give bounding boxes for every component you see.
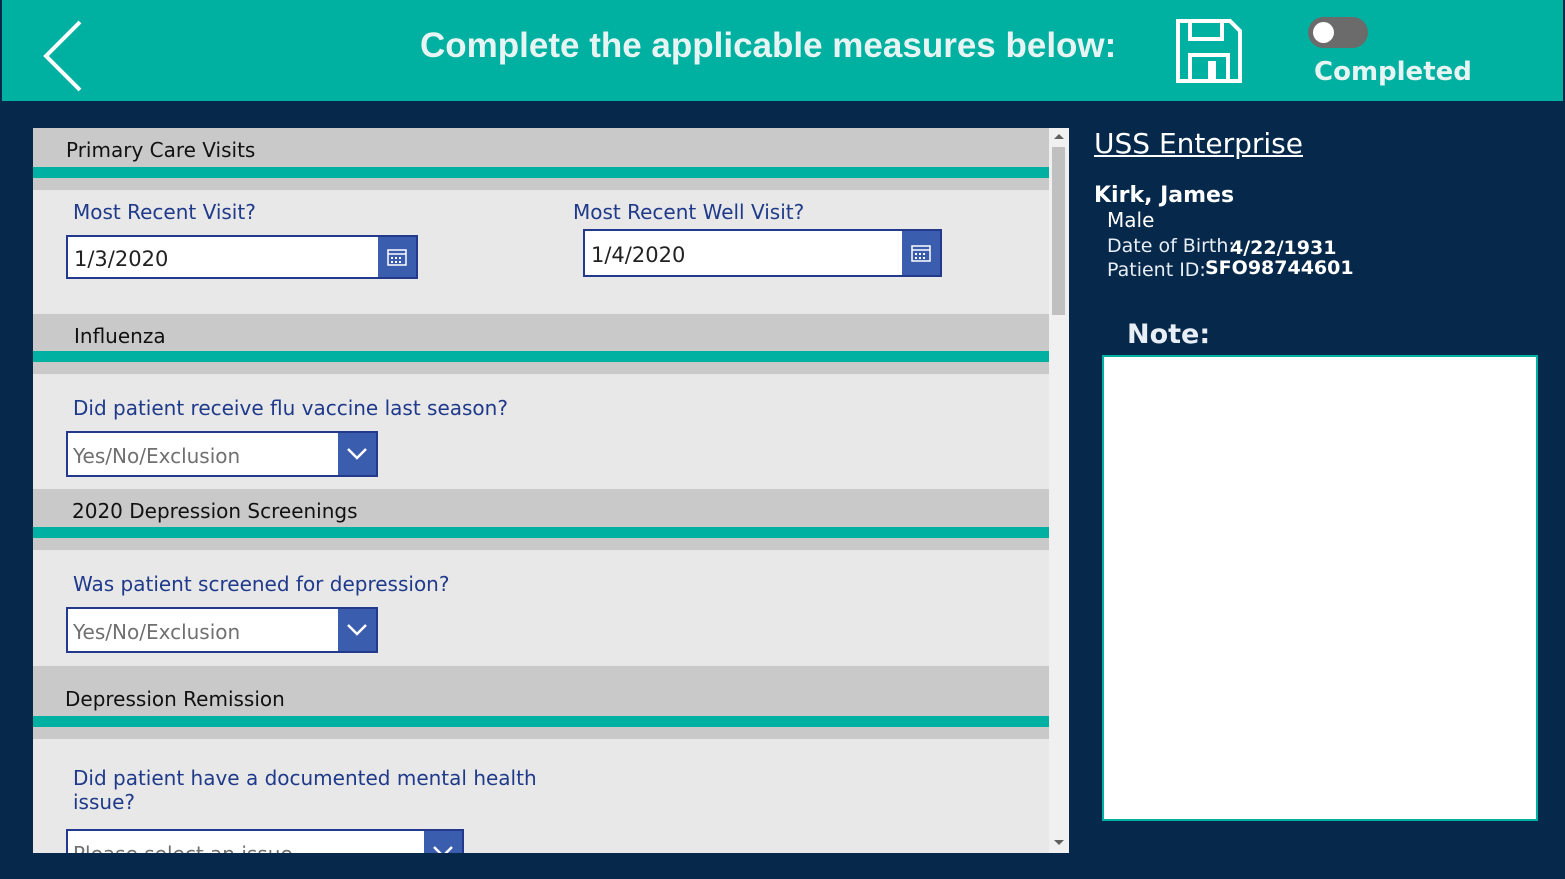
page-title: Complete the applicable measures below: xyxy=(420,26,1117,65)
flu-vaccine-dropdown[interactable]: Yes/No/Exclusion xyxy=(66,431,378,477)
patient-id-value: SFO98744601 xyxy=(1205,257,1354,279)
calendar-icon[interactable] xyxy=(378,237,416,277)
chevron-down-icon[interactable] xyxy=(338,609,376,651)
section-title: Depression Remission xyxy=(65,687,285,711)
note-textarea[interactable] xyxy=(1102,355,1538,821)
completed-label: Completed xyxy=(1314,57,1472,87)
dropdown-placeholder: Yes/No/Exclusion xyxy=(73,444,241,468)
section-divider-shadow xyxy=(33,727,1049,739)
section-divider-shadow xyxy=(33,362,1049,374)
recent-visit-date-picker[interactable]: 1/3/2020 xyxy=(66,235,418,279)
chevron-left-icon xyxy=(43,20,82,92)
mental-health-question: Did patient have a documented mental hea… xyxy=(73,766,537,814)
chevron-down-icon[interactable] xyxy=(338,433,376,475)
header-bar: Complete the applicable measures below: … xyxy=(2,0,1563,101)
mental-health-issue-dropdown[interactable]: Please select an issue xyxy=(66,829,464,853)
section-title: 2020 Depression Screenings xyxy=(72,499,358,523)
scroll-up-arrow-icon[interactable] xyxy=(1054,134,1064,139)
section-title: Influenza xyxy=(74,324,166,348)
note-label: Note: xyxy=(1127,319,1211,350)
section-depression-screening-header: 2020 Depression Screenings xyxy=(33,489,1049,527)
well-visit-value: 1/4/2020 xyxy=(591,243,686,267)
organization-link[interactable]: USS Enterprise xyxy=(1094,127,1303,160)
well-visit-date-picker[interactable]: 1/4/2020 xyxy=(583,229,942,277)
completed-toggle[interactable] xyxy=(1308,17,1368,48)
back-button[interactable] xyxy=(40,18,88,94)
scroll-thumb[interactable] xyxy=(1052,147,1065,315)
section-title: Primary Care Visits xyxy=(66,138,256,162)
recent-visit-value: 1/3/2020 xyxy=(74,247,169,271)
dob-label: Date of Birth: xyxy=(1107,235,1235,257)
dropdown-placeholder: Yes/No/Exclusion xyxy=(73,620,241,644)
floppy-disk-icon xyxy=(1176,19,1242,83)
form-scrollbar[interactable] xyxy=(1049,128,1069,853)
section-divider xyxy=(33,716,1049,727)
measures-form: Primary Care Visits Most Recent Visit? 1… xyxy=(33,128,1069,853)
dob-value: 4/22/1931 xyxy=(1230,237,1337,259)
patient-id-label: Patient ID: xyxy=(1107,259,1206,281)
calendar-icon[interactable] xyxy=(902,231,940,275)
section-divider xyxy=(33,167,1049,178)
well-visit-label: Most Recent Well Visit? xyxy=(573,200,805,224)
scroll-down-arrow-icon[interactable] xyxy=(1054,840,1064,845)
flu-vaccine-question: Did patient receive flu vaccine last sea… xyxy=(73,396,508,420)
section-divider-shadow xyxy=(33,178,1049,190)
section-divider-shadow xyxy=(33,538,1049,550)
depression-screening-dropdown[interactable]: Yes/No/Exclusion xyxy=(66,607,378,653)
patient-name: Kirk, James xyxy=(1094,183,1235,208)
patient-sex: Male xyxy=(1107,208,1155,232)
depression-screening-question: Was patient screened for depression? xyxy=(73,572,450,596)
section-divider xyxy=(33,527,1049,538)
question-line: Did patient have a documented mental hea… xyxy=(73,766,537,790)
toggle-knob xyxy=(1313,22,1334,43)
section-influenza-header: Influenza xyxy=(33,314,1049,351)
section-divider xyxy=(33,351,1049,362)
section-primary-care-header: Primary Care Visits xyxy=(33,128,1049,167)
dropdown-placeholder: Please select an issue xyxy=(73,842,293,853)
question-line: issue? xyxy=(73,790,135,814)
recent-visit-label: Most Recent Visit? xyxy=(73,200,256,224)
section-depression-remission-header: Depression Remission xyxy=(33,666,1049,716)
chevron-down-icon[interactable] xyxy=(424,831,462,853)
save-button[interactable] xyxy=(1174,17,1244,85)
